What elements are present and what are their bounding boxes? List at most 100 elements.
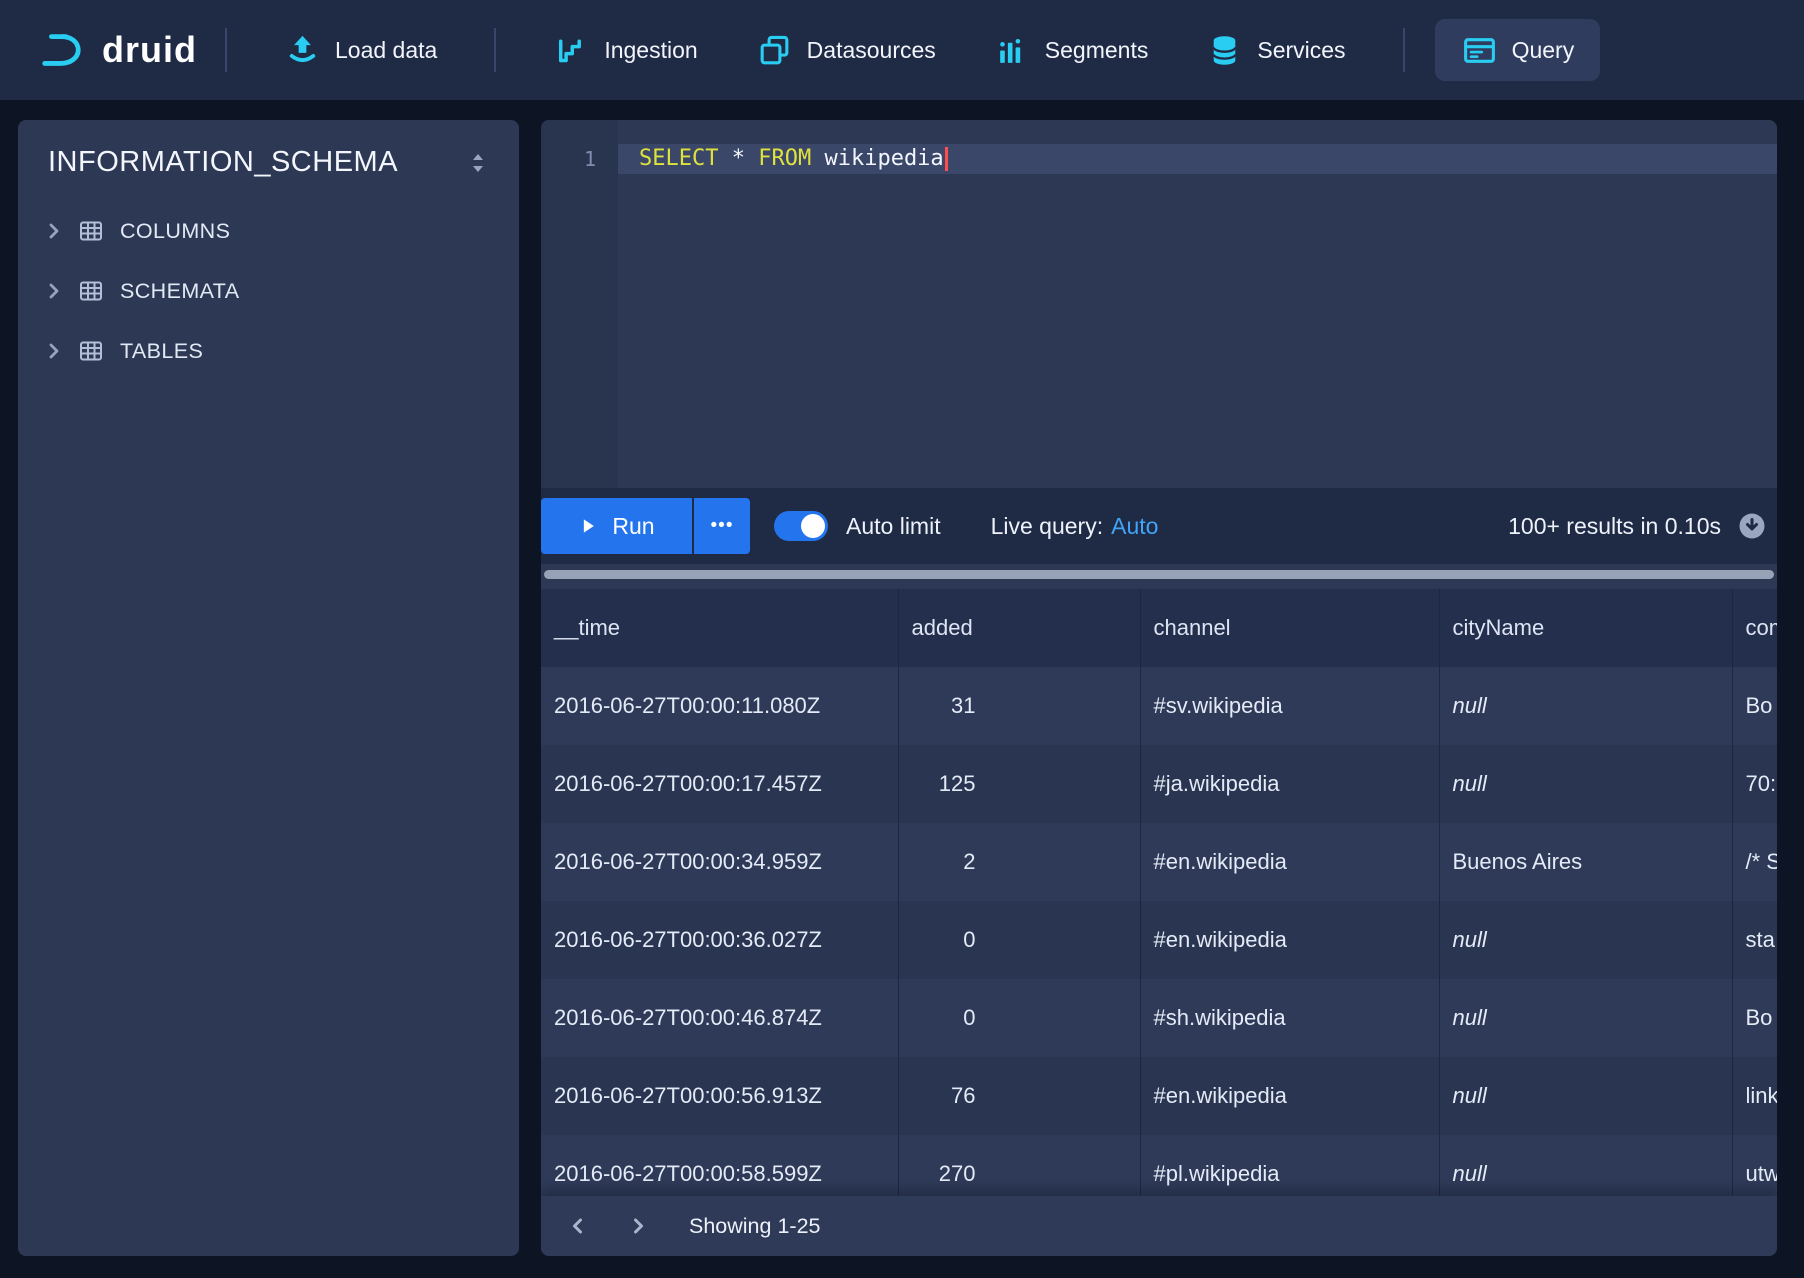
druid-brand[interactable]: druid [34, 27, 197, 73]
editor-gutter: 1 [541, 120, 618, 488]
sql-star: * [732, 146, 745, 171]
cell-comment[interactable]: Bo [1732, 979, 1777, 1057]
cell-channel[interactable]: #sh.wikipedia [1140, 979, 1439, 1057]
nav-item-segments[interactable]: Segments [965, 0, 1178, 100]
cell-cityname[interactable]: null [1439, 1057, 1732, 1135]
cell-added-value: 125 [912, 771, 976, 797]
cell-added[interactable]: 76 [898, 1057, 1140, 1135]
editor-code-area[interactable]: SELECT * FROM wikipedia [618, 120, 1777, 488]
query-icon [1461, 32, 1498, 69]
column-header-channel[interactable]: channel [1140, 589, 1439, 667]
cell-time[interactable]: 2016-06-27T00:00:46.874Z [541, 979, 898, 1057]
cell-added[interactable]: 31 [898, 667, 1140, 745]
column-header-time[interactable]: __time [541, 589, 898, 667]
cell-cityname[interactable]: null [1439, 1135, 1732, 1196]
more-options-button[interactable]: ••• [694, 498, 750, 554]
cell-cityname[interactable]: null [1439, 745, 1732, 823]
results-region: __time added channel cityName comment 20… [541, 589, 1777, 1196]
nav-item-datasources[interactable]: Datasources [727, 0, 965, 100]
cell-cityname[interactable]: null [1439, 979, 1732, 1057]
scrollbar-track [541, 564, 1777, 589]
table-icon [78, 218, 104, 244]
cell-cityname[interactable]: null [1439, 901, 1732, 979]
cell-added[interactable]: 0 [898, 979, 1140, 1057]
toggle-knob [801, 514, 825, 538]
play-icon [578, 515, 598, 537]
tree-item-label: TABLES [120, 339, 203, 364]
table-row: 2016-06-27T00:00:17.457Z 125 #ja.wikiped… [541, 745, 1777, 823]
schema-tree: COLUMNS SCHEMATA [18, 201, 519, 381]
cell-time[interactable]: 2016-06-27T00:00:58.599Z [541, 1135, 898, 1196]
table-row: 2016-06-27T00:00:11.080Z 31 #sv.wikipedi… [541, 667, 1777, 745]
run-button[interactable]: Run [541, 498, 692, 554]
cell-comment[interactable]: sta [1732, 901, 1777, 979]
nav-item-label: Segments [1045, 37, 1149, 64]
cell-added-value: 0 [912, 1005, 976, 1031]
auto-limit-toggle[interactable] [774, 511, 828, 541]
table-icon [78, 338, 104, 364]
sql-table-name: wikipedia [824, 146, 943, 171]
cell-channel[interactable]: #en.wikipedia [1140, 901, 1439, 979]
cell-comment[interactable]: /* S [1732, 823, 1777, 901]
cell-comment[interactable]: link [1732, 1057, 1777, 1135]
tree-item-schemata[interactable]: SCHEMATA [18, 261, 519, 321]
download-icon[interactable] [1737, 511, 1767, 541]
navbar-divider [225, 28, 227, 72]
cell-comment[interactable]: utw [1732, 1135, 1777, 1196]
cell-channel[interactable]: #en.wikipedia [1140, 823, 1439, 901]
nav-item-label: Load data [335, 37, 437, 64]
cell-added-value: 0 [912, 927, 976, 953]
horizontal-scrollbar[interactable] [544, 570, 1774, 579]
live-query-value[interactable]: Auto [1111, 513, 1158, 540]
cell-cityname[interactable]: Buenos Aires [1439, 823, 1732, 901]
tree-item-label: COLUMNS [120, 219, 230, 244]
cell-time[interactable]: 2016-06-27T00:00:36.027Z [541, 901, 898, 979]
sql-editor[interactable]: 1 SELECT * FROM wikipedia [541, 120, 1777, 488]
chevron-right-icon [42, 219, 66, 243]
tree-item-columns[interactable]: COLUMNS [18, 201, 519, 261]
cell-added-value: 2 [912, 849, 976, 875]
cell-comment[interactable]: 70: [1732, 745, 1777, 823]
column-header-comment[interactable]: comment [1732, 589, 1777, 667]
cell-time[interactable]: 2016-06-27T00:00:56.913Z [541, 1057, 898, 1135]
column-header-cityname[interactable]: cityName [1439, 589, 1732, 667]
tree-item-tables[interactable]: TABLES [18, 321, 519, 381]
table-row: 2016-06-27T00:00:36.027Z 0 #en.wikipedia… [541, 901, 1777, 979]
nav-item-services[interactable]: Services [1177, 0, 1374, 100]
cell-added[interactable]: 2 [898, 823, 1140, 901]
column-header-added[interactable]: added [898, 589, 1140, 667]
services-icon [1206, 32, 1243, 69]
cell-channel[interactable]: #sv.wikipedia [1140, 667, 1439, 745]
cell-time[interactable]: 2016-06-27T00:00:11.080Z [541, 667, 898, 745]
run-toolbar: Run ••• Auto limit Live query: Auto 100+… [541, 488, 1777, 564]
table-row: 2016-06-27T00:00:46.874Z 0 #sh.wikipedia… [541, 979, 1777, 1057]
cell-added[interactable]: 270 [898, 1135, 1140, 1196]
nav-item-load-data[interactable]: Load data [255, 0, 466, 100]
previous-page-button[interactable] [561, 1209, 595, 1243]
druid-logo-icon [34, 27, 88, 73]
schema-selector[interactable]: INFORMATION_SCHEMA [18, 120, 519, 179]
cell-time[interactable]: 2016-06-27T00:00:17.457Z [541, 745, 898, 823]
nav-item-ingestion[interactable]: Ingestion [524, 0, 726, 100]
cell-cityname[interactable]: null [1439, 667, 1732, 745]
next-page-button[interactable] [621, 1209, 655, 1243]
more-icon: ••• [711, 515, 734, 537]
nav-item-label: Datasources [807, 37, 936, 64]
cell-channel[interactable]: #pl.wikipedia [1140, 1135, 1439, 1196]
ingestion-icon [553, 32, 590, 69]
cell-added[interactable]: 0 [898, 901, 1140, 979]
schema-title: INFORMATION_SCHEMA [48, 146, 398, 179]
live-query-label: Live query: [991, 513, 1104, 540]
nav-item-query[interactable]: Query [1435, 19, 1601, 81]
navbar-divider [1403, 28, 1405, 72]
cell-channel[interactable]: #ja.wikipedia [1140, 745, 1439, 823]
cell-channel[interactable]: #en.wikipedia [1140, 1057, 1439, 1135]
double-caret-vertical-icon[interactable] [465, 149, 491, 177]
cell-added[interactable]: 125 [898, 745, 1140, 823]
cell-comment[interactable]: Bo [1732, 667, 1777, 745]
cell-time[interactable]: 2016-06-27T00:00:34.959Z [541, 823, 898, 901]
chevron-right-icon [42, 279, 66, 303]
chevron-left-icon [566, 1214, 590, 1238]
table-row: 2016-06-27T00:00:34.959Z 2 #en.wikipedia… [541, 823, 1777, 901]
sql-keyword: SELECT [639, 146, 718, 171]
